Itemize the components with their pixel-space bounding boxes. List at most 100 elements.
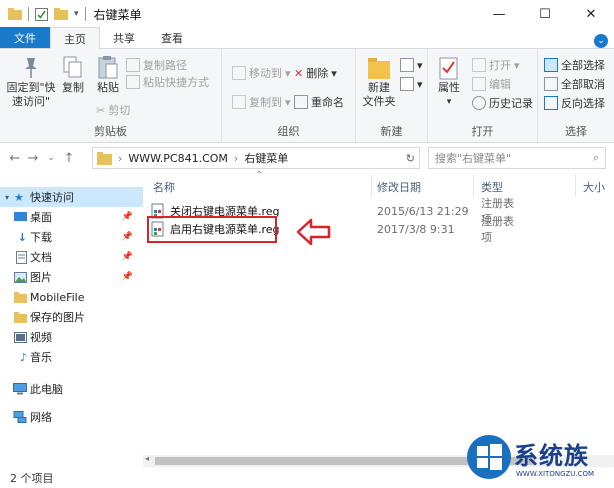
chevron-down-icon: ▾ <box>285 66 291 80</box>
new-folder-label: 新建 文件夹 <box>362 81 396 108</box>
paste-button[interactable]: 粘贴 <box>92 55 124 95</box>
nav-item-saved-pictures[interactable]: 保存的图片 <box>0 307 143 327</box>
quick-access-toolbar: ▾ <box>0 0 86 28</box>
maximize-button[interactable]: ☐ <box>522 0 568 28</box>
easy-access-button[interactable]: ▾ <box>400 76 423 92</box>
forward-icon[interactable]: → <box>24 151 42 166</box>
edit-icon <box>472 77 486 91</box>
rename-button[interactable]: 重命名 <box>294 94 344 110</box>
paste-shortcut-button[interactable]: 粘贴快捷方式 <box>126 74 209 90</box>
organize-group-label: 组织 <box>277 125 300 138</box>
nav-item-downloads[interactable]: ↓ 下载 📌 <box>0 227 143 247</box>
invert-selection-button[interactable]: 反向选择 <box>544 95 605 111</box>
scroll-left-icon[interactable]: ◂ <box>145 454 149 463</box>
nav-item-label: 快速访问 <box>30 191 74 204</box>
pin-quick-access-button[interactable]: 固定到"快 速访问" <box>4 55 58 109</box>
delete-button[interactable]: ✕ 删除 ▾ <box>294 65 337 81</box>
easy-access-icon <box>400 77 414 91</box>
up-icon[interactable]: ↑ <box>60 151 78 166</box>
nav-item-label: 保存的图片 <box>30 311 85 324</box>
folder-icon <box>97 151 112 165</box>
qat-dropdown-icon[interactable]: ▾ <box>74 9 79 19</box>
move-to-button[interactable]: 移动到 ▾ <box>232 65 291 81</box>
minimize-button[interactable]: — <box>476 0 522 28</box>
computer-icon <box>13 383 27 395</box>
select-none-label: 全部取消 <box>561 78 605 91</box>
column-divider[interactable] <box>371 175 372 197</box>
search-icon[interactable]: ⌕ <box>593 151 599 165</box>
properties-label: 属性 <box>438 81 460 94</box>
nav-item-quick-access[interactable]: ▾ ★ 快速访问 <box>0 187 143 207</box>
copy-path-label: 复制路径 <box>143 59 187 72</box>
new-folder-icon[interactable] <box>54 8 68 20</box>
scissors-icon: ✂ <box>96 103 106 117</box>
open-button[interactable]: 打开 ▾ <box>472 57 520 73</box>
breadcrumb-segment[interactable]: WWW.PC841.COM <box>128 152 228 165</box>
invert-selection-label: 反向选择 <box>561 97 605 110</box>
paste-icon <box>98 56 118 79</box>
recent-locations-icon[interactable]: ⌄ <box>42 153 60 163</box>
refresh-icon[interactable]: ↻ <box>406 152 415 165</box>
rename-label: 重命名 <box>311 96 344 109</box>
column-header-type[interactable]: 类型 <box>481 179 503 195</box>
tab-share[interactable]: 共享 <box>100 27 148 48</box>
nav-item-desktop[interactable]: 桌面 📌 <box>0 207 143 227</box>
tab-home[interactable]: 主页 <box>50 27 100 49</box>
nav-item-music[interactable]: ♪ 音乐 <box>0 347 143 367</box>
search-input[interactable]: 搜索"右键菜单" ⌕ <box>428 147 606 169</box>
nav-item-label: 文档 <box>30 251 52 264</box>
delete-label: 删除 <box>306 67 329 80</box>
edit-button[interactable]: 编辑 <box>472 76 511 92</box>
tab-file[interactable]: 文件 <box>0 27 50 48</box>
history-icon <box>472 96 486 110</box>
back-icon[interactable]: ← <box>6 151 24 166</box>
nav-item-network[interactable]: 网络 <box>0 407 143 427</box>
history-button[interactable]: 历史记录 <box>472 95 533 111</box>
nav-item-mobilefile[interactable]: MobileFile <box>0 287 143 307</box>
open-group-label: 打开 <box>471 125 494 138</box>
history-label: 历史记录 <box>489 97 533 110</box>
select-none-button[interactable]: 全部取消 <box>544 76 605 92</box>
chevron-down-icon: ▾ <box>446 97 452 107</box>
move-to-icon <box>232 66 246 80</box>
breadcrumb-chevron-icon[interactable]: › <box>234 152 238 165</box>
column-header-name[interactable]: 名称 <box>153 179 175 195</box>
expand-chevron-icon[interactable]: ▾ <box>0 193 14 202</box>
sort-chevron-icon[interactable]: ⌃ <box>255 170 263 181</box>
nav-item-label: 此电脑 <box>30 383 63 396</box>
column-header-size[interactable]: 大小 <box>583 179 605 195</box>
copy-button[interactable]: 复制 <box>58 55 88 95</box>
clipboard-group-label: 剪贴板 <box>94 125 127 138</box>
select-all-label: 全部选择 <box>561 59 605 72</box>
music-icon: ♪ <box>19 350 27 364</box>
nav-item-videos[interactable]: 视频 <box>0 327 143 347</box>
column-divider[interactable] <box>575 175 576 197</box>
nav-item-documents[interactable]: 文档 📌 <box>0 247 143 267</box>
new-folder-button[interactable]: 新建 文件夹 <box>360 55 398 109</box>
properties-button[interactable]: 属性 ▾ <box>434 55 464 109</box>
desktop-icon <box>14 212 27 221</box>
chevron-down-icon: ▾ <box>285 95 291 109</box>
select-all-icon <box>544 58 558 72</box>
new-item-button[interactable]: ▾ <box>400 57 423 73</box>
address-bar[interactable]: › WWW.PC841.COM › 右键菜单 ↻ <box>92 147 420 169</box>
copy-path-button[interactable]: 复制路径 <box>126 57 187 73</box>
document-icon <box>16 250 27 264</box>
ribbon-expand-icon[interactable]: ⌄ <box>594 34 608 48</box>
invert-selection-icon <box>544 96 558 110</box>
cut-button[interactable]: ✂ 剪切 <box>96 102 130 118</box>
navigation-pane: ▾ ★ 快速访问 桌面 📌 ↓ 下载 📌 文档 📌 图片 📌 MobileFil… <box>0 173 143 465</box>
breadcrumb-chevron-icon[interactable]: › <box>118 152 122 165</box>
column-divider[interactable] <box>473 175 474 197</box>
select-all-button[interactable]: 全部选择 <box>544 57 605 73</box>
nav-item-pictures[interactable]: 图片 📌 <box>0 267 143 287</box>
breadcrumb-segment[interactable]: 右键菜单 <box>244 150 288 166</box>
properties-icon[interactable] <box>35 7 48 21</box>
tab-view[interactable]: 查看 <box>148 27 196 48</box>
column-header-modified[interactable]: 修改日期 <box>377 179 421 195</box>
copy-to-button[interactable]: 复制到 ▾ <box>232 94 291 110</box>
nav-item-this-pc[interactable]: 此电脑 <box>0 379 143 399</box>
file-modified: 2015/6/13 21:29 <box>377 204 469 218</box>
windows-logo-icon <box>467 435 511 479</box>
close-button[interactable]: ✕ <box>568 0 614 28</box>
